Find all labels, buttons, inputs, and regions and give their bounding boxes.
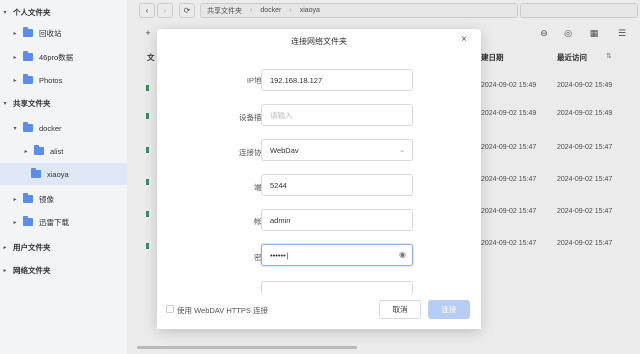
https-checkbox[interactable] <box>166 305 174 313</box>
chevron-right-icon: ▸ <box>3 244 7 251</box>
chevron-down-icon: ▾ <box>13 125 17 132</box>
chevron-down-icon: ▾ <box>3 9 7 16</box>
ip-label: IP地址 <box>246 76 269 85</box>
sidebar-item-label: Photos <box>39 75 63 85</box>
folder-icon <box>34 145 44 155</box>
password-value: •••••• <box>270 250 286 260</box>
sidebar-item-label: 迅雷下载 <box>39 217 69 227</box>
sidebar-item-thunder[interactable]: ▸ 迅雷下载 <box>0 211 127 233</box>
chevron-down-icon: ⌄ <box>399 147 405 154</box>
chevron-right-icon: ▸ <box>13 219 17 226</box>
folder-icon <box>23 193 33 203</box>
folder-icon <box>23 51 33 61</box>
text-cursor: | <box>286 250 289 260</box>
sidebar-item-46pro[interactable]: ▸ 46pro数据 <box>0 46 127 68</box>
account-field[interactable]: admin <box>261 209 413 231</box>
description-label: 设备描述 <box>239 113 269 122</box>
connect-network-folder-dialog: 连接网络文件夹 × IP地址 192.168.18.127 设备描述 请输入 连… <box>157 29 481 329</box>
folder-icon <box>23 74 33 84</box>
sidebar-section-label: 共享文件夹 <box>13 98 51 108</box>
sidebar-item-label: docker <box>39 123 62 133</box>
sidebar-section-label: 个人文件夹 <box>13 7 51 17</box>
sidebar-section-shared[interactable]: ▾ 共享文件夹 <box>0 92 127 114</box>
https-checkbox-label[interactable]: 使用 WebDAV HTTPS 连接 <box>177 305 268 316</box>
sidebar-item-label: 回收站 <box>39 28 62 38</box>
connect-button[interactable]: 连接 <box>428 300 470 319</box>
chevron-down-icon: ▾ <box>3 100 7 107</box>
password-label: 密码 <box>187 252 269 263</box>
sidebar-item-alist[interactable]: ▸ alist <box>0 140 127 162</box>
sidebar-item-label: 镜像 <box>39 194 54 204</box>
folder-icon <box>23 216 33 226</box>
extra-field-partial[interactable] <box>261 281 413 295</box>
sidebar-item-mirror[interactable]: ▸ 镜像 <box>0 188 127 210</box>
sidebar-item-label: xiaoya <box>47 169 69 179</box>
close-icon[interactable]: × <box>461 34 467 45</box>
folder-icon <box>23 122 33 132</box>
chevron-right-icon: ▸ <box>13 77 17 84</box>
sidebar-section-user[interactable]: ▸ 用户文件夹 <box>0 236 127 258</box>
sidebar-item-xiaoya[interactable]: xiaoya <box>0 163 127 185</box>
protocol-label: 连接协议 <box>239 148 269 157</box>
folder-icon <box>23 27 33 37</box>
folder-icon <box>31 168 41 178</box>
sidebar-item-recycle[interactable]: ▸ 回收站 <box>0 22 127 44</box>
eye-icon[interactable]: ◉ <box>399 250 406 259</box>
description-field[interactable]: 请输入 <box>261 104 413 126</box>
dialog-title: 连接网络文件夹 <box>291 37 347 46</box>
port-label: 端口 <box>187 182 269 193</box>
ip-field[interactable]: 192.168.18.127 <box>261 69 413 91</box>
sidebar-item-label: alist <box>50 146 64 156</box>
sidebar-section-label: 用户文件夹 <box>13 242 51 252</box>
account-label: 帐号 <box>187 216 269 227</box>
sidebar-section-personal[interactable]: ▾ 个人文件夹 <box>0 1 127 23</box>
sidebar-item-photos[interactable]: ▸ Photos <box>0 69 127 91</box>
chevron-right-icon: ▸ <box>3 267 7 274</box>
sidebar-item-label: 46pro数据 <box>39 52 74 62</box>
password-field[interactable]: •••••• | ◉ <box>261 244 413 266</box>
sidebar-item-docker[interactable]: ▾ docker <box>0 117 127 139</box>
protocol-value: WebDav <box>270 145 299 155</box>
sidebar: ▾ 个人文件夹 ▸ 回收站 ▸ 46pro数据 ▸ Photos ▾ 共享文件夹… <box>0 0 127 354</box>
sidebar-section-label: 网络文件夹 <box>13 265 51 275</box>
protocol-select[interactable]: WebDav ⌄ <box>261 139 413 161</box>
port-field[interactable]: 5244 <box>261 174 413 196</box>
chevron-right-icon: ▸ <box>13 54 17 61</box>
chevron-right-icon: ▸ <box>13 30 17 37</box>
chevron-right-icon: ▸ <box>24 148 28 155</box>
chevron-right-icon: ▸ <box>13 196 17 203</box>
cancel-button[interactable]: 取消 <box>379 300 421 319</box>
sidebar-section-network[interactable]: ▸ 网络文件夹 <box>0 259 127 281</box>
